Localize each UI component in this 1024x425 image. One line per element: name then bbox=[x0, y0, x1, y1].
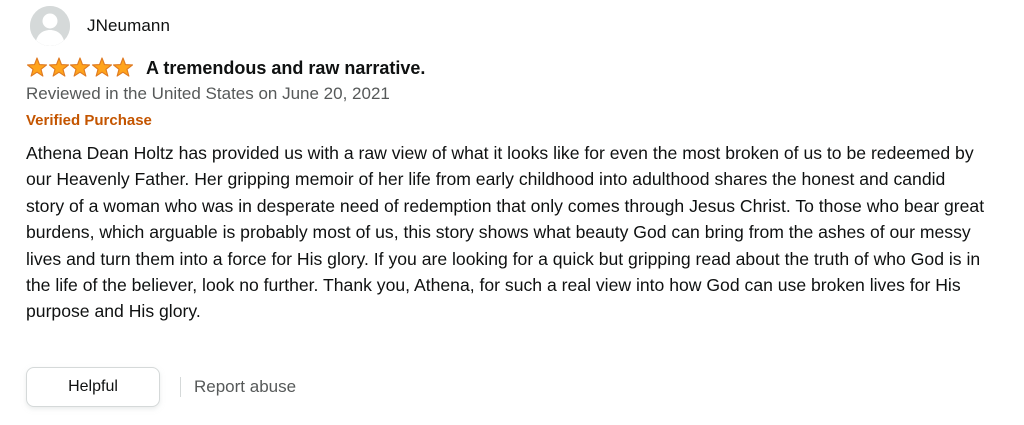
review-date: Reviewed in the United States on June 20… bbox=[26, 84, 390, 103]
report-abuse-link[interactable]: Report abuse bbox=[194, 377, 296, 397]
review-body: Athena Dean Holtz has provided us with a… bbox=[26, 143, 985, 322]
verified-purchase-badge[interactable]: Verified Purchase bbox=[26, 112, 152, 129]
star-icon bbox=[91, 57, 112, 77]
star-rating[interactable] bbox=[26, 57, 134, 79]
action-divider bbox=[180, 377, 181, 397]
helpful-button[interactable]: Helpful bbox=[26, 367, 160, 407]
rating-row: A tremendous and raw narrative. bbox=[26, 55, 425, 81]
star-icon bbox=[112, 57, 134, 77]
review-actions: Helpful Report abuse bbox=[26, 367, 296, 407]
reviewer-profile[interactable]: JNeumann bbox=[30, 4, 170, 48]
default-profile-icon[interactable] bbox=[30, 6, 70, 46]
star-icon bbox=[48, 57, 69, 77]
star-icon bbox=[69, 57, 91, 77]
reviewer-name[interactable]: JNeumann bbox=[87, 16, 170, 36]
customer-review: JNeumann A tremendous and raw narrative.… bbox=[26, 0, 1006, 425]
star-icon bbox=[26, 57, 48, 77]
review-title[interactable]: A tremendous and raw narrative. bbox=[146, 58, 425, 79]
